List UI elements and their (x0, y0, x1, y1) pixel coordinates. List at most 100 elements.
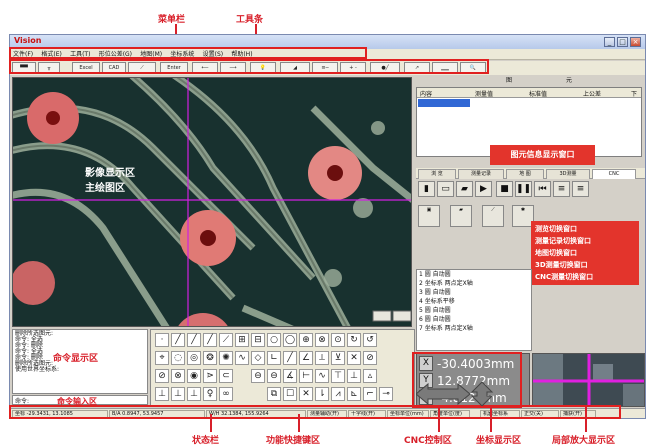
tool-k-icon[interactable]: ⟂ (315, 351, 329, 365)
tool-e-icon[interactable]: ✺ (219, 351, 233, 365)
tool-r-icon[interactable]: ⋗ (203, 369, 217, 383)
open-folder-icon[interactable]: ▰ (456, 181, 473, 197)
tool-m-icon[interactable]: ✕ (347, 351, 361, 365)
tool-n-icon[interactable]: ⊘ (363, 351, 377, 365)
tool-f-icon[interactable]: ∿ (235, 351, 249, 365)
tool-af-icon[interactable]: ∞ (219, 387, 233, 401)
tool-x-icon[interactable]: ∿ (315, 369, 329, 383)
tool-c-icon[interactable]: ◎ (187, 351, 201, 365)
tool-i-icon[interactable]: ╱ (283, 351, 297, 365)
tool-an-icon[interactable]: ⊸ (379, 387, 393, 401)
tool-aj-icon[interactable]: ⇂ (315, 387, 329, 401)
tab-map[interactable]: 地 图 (506, 169, 544, 179)
tool-y-icon[interactable]: ⊤ (331, 369, 345, 383)
list-item[interactable]: 2 坐标系 两点定X轴 (417, 279, 531, 288)
tool-b-icon[interactable]: ◌ (171, 351, 185, 365)
tool-ah-icon[interactable]: ☐ (283, 387, 297, 401)
tool-o-icon[interactable]: ⊘ (155, 369, 169, 383)
tool-z-icon[interactable]: ⊥ (347, 369, 361, 383)
list-right-icon[interactable]: ≡ (553, 181, 570, 197)
tool-ag-icon[interactable]: ⧉ (267, 387, 281, 401)
list-item[interactable]: 7 坐标系 两点定X轴 (417, 324, 531, 333)
tool-s-icon[interactable]: ⊂ (219, 369, 233, 383)
tool-ac-icon[interactable]: ⊥ (171, 387, 185, 401)
minimize-button[interactable]: _ (604, 37, 615, 47)
statusbar-caption: 状态栏 (192, 436, 220, 446)
tool-t-icon[interactable]: ⊖ (251, 369, 265, 383)
arc2-icon[interactable]: ↺ (363, 333, 377, 347)
table-row-selected[interactable] (418, 99, 470, 107)
tool-am-icon[interactable]: ⌐ (363, 387, 377, 401)
tool-ad-icon[interactable]: ⊥ (187, 387, 201, 401)
cnc-caption: CNC控制区 (404, 436, 452, 446)
drawing-area-label: 主绘图区 (85, 183, 125, 194)
tool-g-icon[interactable]: ◇ (251, 351, 265, 365)
line3-icon[interactable]: ╱ (203, 333, 217, 347)
tool-d-icon[interactable]: ❂ (203, 351, 217, 365)
tool-p-icon[interactable]: ⊗ (171, 369, 185, 383)
tool-ak-icon[interactable]: ⩘ (331, 387, 345, 401)
tool-v-icon[interactable]: ∡ (283, 369, 297, 383)
save-icon[interactable]: ▭ (437, 181, 454, 197)
tool-w-icon[interactable]: ⊢ (299, 369, 313, 383)
stop-icon[interactable]: ■ (496, 181, 513, 197)
tool-ai-icon[interactable]: ✕ (299, 387, 313, 401)
command-log: 删除所选图元: 命令: 全选 命令: 删除 命令: 全选 命令: 删除 删除所选… (12, 329, 148, 394)
tool-al-icon[interactable]: ⊾ (347, 387, 361, 401)
image-area-label: 影像显示区 (85, 168, 135, 179)
list-item[interactable]: 1 圆 自动圆 (417, 270, 531, 279)
tab-cnc[interactable]: CNC (592, 169, 636, 179)
circle-cross-icon[interactable]: ⊕ (299, 333, 313, 347)
point-icon[interactable]: · (155, 333, 169, 347)
measure-list[interactable]: 1 圆 自动圆 2 坐标系 两点定X轴 3 圆 自动圆 4 坐标系平移 5 圆 … (416, 269, 532, 351)
image-display-area[interactable]: 影像显示区 主绘图区 (12, 77, 412, 327)
tool-u-icon[interactable]: ⊖ (267, 369, 281, 383)
tool-l-icon[interactable]: ⊻ (331, 351, 345, 365)
list-item[interactable]: 3 圆 自动圆 (417, 288, 531, 297)
save-program-icon[interactable]: ▣ (418, 205, 440, 227)
close-button[interactable]: × (630, 37, 641, 47)
circle-fit-icon[interactable]: ⊗ (315, 333, 329, 347)
tab-measure-record[interactable]: 测量记录 (458, 169, 504, 179)
load-program-icon[interactable]: ▰ (450, 205, 472, 227)
annotation-menubar: 菜单栏 (158, 15, 186, 25)
tab-3d-measure[interactable]: 3D测量 (546, 169, 590, 179)
arc-icon[interactable]: ↻ (347, 333, 361, 347)
tool-ae-icon[interactable]: ♀ (203, 387, 217, 401)
pause-icon[interactable]: ❚❚ (515, 181, 532, 197)
list-left-icon[interactable]: ≡ (572, 181, 589, 197)
annotation-pointer (585, 406, 587, 432)
new-file-icon[interactable]: ▮ (418, 181, 435, 197)
line-icon[interactable]: ╱ (171, 333, 185, 347)
polyline-icon[interactable]: ⟋ (219, 333, 233, 347)
local-zoom-area (532, 353, 645, 407)
app-window: Vision _ □ × 文件(F) 格式(E) 工具(T) 形位公差(G) 地… (9, 34, 646, 419)
list-item[interactable]: 6 圆 自动圆 (417, 315, 531, 324)
coord-caption: 坐标显示区 (476, 436, 522, 446)
tab-browse[interactable]: 浏 览 (418, 169, 456, 179)
circle-icon[interactable]: ○ (267, 333, 281, 347)
statusbar-highlight (9, 405, 621, 419)
tool-h-icon[interactable]: ∟ (267, 351, 281, 365)
pcb-image (13, 78, 411, 326)
tool-aa-icon[interactable]: ▵ (363, 369, 377, 383)
tool-icon[interactable]: ⟋ (482, 205, 504, 227)
line2-icon[interactable]: ╱ (187, 333, 201, 347)
cnc-jog-arrows[interactable] (416, 382, 494, 406)
app-title: Vision (14, 36, 42, 45)
rect-icon[interactable]: ⊞ (235, 333, 249, 347)
zoom-caption: 局部放大显示区 (552, 436, 616, 446)
tool-ab-icon[interactable]: ⊥ (155, 387, 169, 401)
list-item[interactable]: 4 坐标系平移 (417, 297, 531, 306)
tool-a-icon[interactable]: ⌖ (155, 351, 169, 365)
tool-j-icon[interactable]: ∠ (299, 351, 313, 365)
maximize-button[interactable]: □ (617, 37, 628, 47)
tool-q-icon[interactable]: ◉ (187, 369, 201, 383)
rect2-icon[interactable]: ⊟ (251, 333, 265, 347)
list-item[interactable]: 5 圆 自动圆 (417, 306, 531, 315)
circle2-icon[interactable]: ◯ (283, 333, 297, 347)
step-back-icon[interactable]: ⏮ (534, 181, 551, 197)
play-icon[interactable]: ▶ (475, 181, 492, 197)
point-circle-icon[interactable]: ⊙ (331, 333, 345, 347)
command-input[interactable]: 命令: 命令输入区 (12, 395, 148, 406)
